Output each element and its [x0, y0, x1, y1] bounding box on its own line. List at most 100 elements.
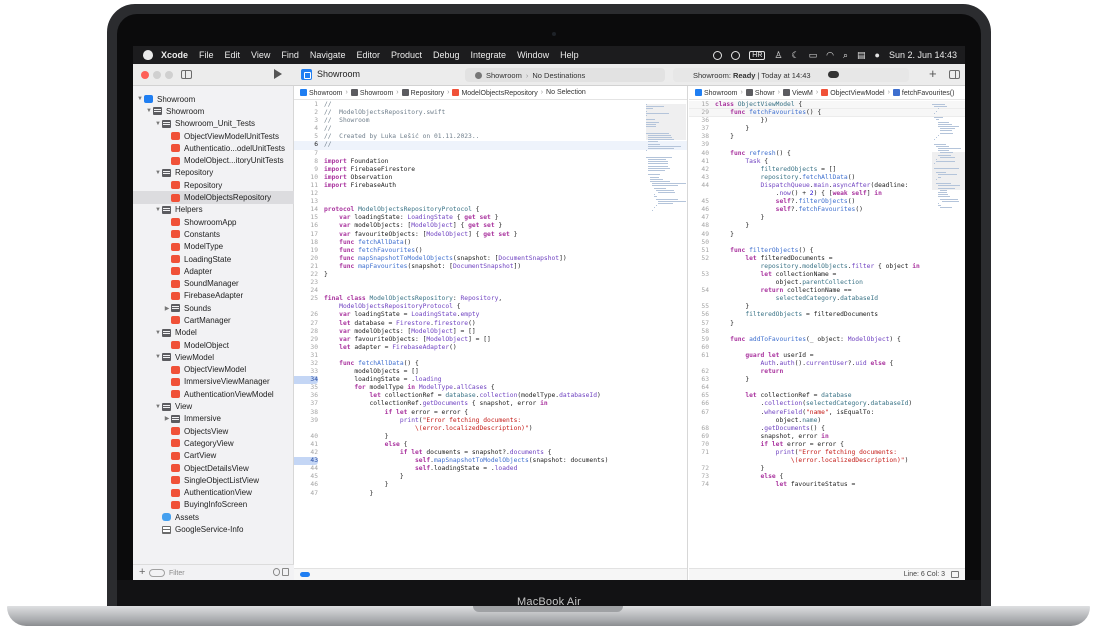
code-line[interactable]: 62 return — [689, 368, 965, 376]
line-number[interactable]: 59 — [689, 336, 709, 344]
line-number[interactable]: 25 — [294, 295, 318, 303]
filter-field[interactable]: Filter — [149, 568, 269, 578]
apple-menu-icon[interactable] — [143, 50, 153, 60]
navigator-file[interactable]: ObjectsView — [133, 425, 294, 437]
code-line[interactable]: .now() + 2) { [weak self] in — [689, 190, 965, 198]
code-line[interactable]: 60 — [689, 344, 965, 352]
line-number[interactable]: 8 — [294, 158, 318, 166]
line-number[interactable]: 73 — [689, 473, 709, 481]
breakpoint-marker[interactable]: 43 — [294, 457, 318, 466]
line-number[interactable]: 18 — [294, 239, 318, 247]
navigator-file[interactable]: ModelObjectsRepository — [133, 191, 294, 204]
line-number[interactable]: 68 — [689, 425, 709, 433]
navigator-file[interactable]: AuthenticationViewModel — [133, 388, 294, 400]
code-line[interactable]: 40 } — [294, 433, 687, 441]
menu-clock[interactable]: Sun 2. Jun 14:43 — [889, 50, 957, 60]
line-number[interactable]: 62 — [689, 368, 709, 376]
code-line[interactable]: 15 class ObjectViewModel { — [689, 101, 965, 110]
navigator-file[interactable]: FirebaseAdapter — [133, 290, 294, 302]
code-line[interactable]: 37 collectionRef.getDocuments { snapshot… — [294, 400, 687, 408]
code-line[interactable]: 71 print("Error fetching documents: — [689, 449, 965, 457]
code-line[interactable]: 59 func addToFavourites(_ object: ModelO… — [689, 336, 965, 344]
line-number[interactable]: 45 — [689, 198, 709, 206]
menu-editor[interactable]: Editor — [356, 50, 380, 60]
navigator-file[interactable]: Constants — [133, 228, 294, 240]
breakpoint-marker[interactable]: 34 — [294, 376, 318, 385]
chevron-down-icon[interactable]: ▼ — [154, 170, 162, 176]
code-line[interactable]: 22} — [294, 271, 687, 279]
siri-icon[interactable]: ● — [875, 50, 880, 60]
menu-find[interactable]: Find — [281, 50, 299, 60]
jump-bar-segment[interactable]: Showr — [745, 88, 775, 97]
chevron-right-icon[interactable]: ▶ — [163, 305, 171, 312]
code-line[interactable]: 8 import Foundation — [294, 158, 687, 166]
line-number[interactable]: 48 — [689, 222, 709, 230]
line-number[interactable]: 41 — [689, 158, 709, 166]
line-number[interactable]: 55 — [689, 303, 709, 311]
code-line[interactable]: 49 } — [689, 231, 965, 239]
code-line[interactable]: 20 func mapSnapshotToModelObjects(snapsh… — [294, 255, 687, 263]
code-line[interactable]: 29 func fetchFavourites() { — [689, 109, 965, 118]
code-line[interactable]: 57 } — [689, 320, 965, 328]
code-line[interactable]: 46 } — [294, 481, 687, 489]
code-line[interactable]: 10 import Observation — [294, 174, 687, 182]
navigator-folder[interactable]: ▶ Immersive — [133, 413, 294, 425]
line-number[interactable]: 69 — [689, 433, 709, 441]
code-line[interactable]: 40 func refresh() { — [689, 150, 965, 158]
line-number[interactable]: 15 — [689, 101, 709, 109]
code-line[interactable]: 67 .whereField("name", isEqualTo: — [689, 409, 965, 417]
menu-product[interactable]: Product — [391, 50, 422, 60]
navigator-file[interactable]: GoogleService-Info — [133, 523, 294, 535]
line-number[interactable]: 17 — [294, 231, 318, 239]
people-icon[interactable]: ♙ — [774, 50, 782, 61]
code-line[interactable]: ModelObjectsRepositoryProtocol { — [294, 303, 687, 311]
line-number[interactable]: 53 — [689, 271, 709, 279]
code-line[interactable]: Auth.auth().currentUser?.uid else { — [689, 360, 965, 368]
menu-file[interactable]: File — [199, 50, 214, 60]
line-number[interactable]: 24 — [294, 287, 318, 295]
line-number[interactable]: 4 — [294, 125, 318, 133]
line-number[interactable]: 13 — [294, 198, 318, 206]
line-number[interactable]: 29 — [689, 109, 709, 117]
code-line[interactable]: \(error.localizedDescription)") — [294, 425, 687, 433]
line-number[interactable]: 38 — [689, 133, 709, 141]
jump-bar-segment[interactable]: ViewM — [783, 88, 813, 97]
line-number[interactable]: 47 — [689, 214, 709, 222]
line-number[interactable]: 42 — [689, 166, 709, 174]
code-line[interactable]: 21 func mapFavourites(snapshot: [Documen… — [294, 263, 687, 271]
code-line[interactable]: 51 func filterObjects() { — [689, 247, 965, 255]
line-number[interactable]: 61 — [689, 352, 709, 360]
moon-icon[interactable]: ☾ — [791, 50, 799, 61]
close-window-button[interactable] — [141, 71, 149, 79]
line-number[interactable]: 63 — [689, 376, 709, 384]
code-line[interactable]: 37 } — [689, 125, 965, 133]
line-number[interactable]: 58 — [689, 328, 709, 336]
battery-icon[interactable]: ▭ — [809, 50, 818, 61]
code-line[interactable]: 7 — [294, 150, 687, 158]
line-number[interactable]: 39 — [689, 141, 709, 149]
code-line[interactable]: 15 var loadingState: LoadingState { get … — [294, 214, 687, 222]
code-line[interactable]: 73 else { — [689, 473, 965, 481]
line-number[interactable]: 37 — [689, 125, 709, 133]
line-number[interactable]: 28 — [294, 328, 318, 336]
navigator-file[interactable]: LoadingState — [133, 253, 294, 265]
line-number[interactable]: 42 — [294, 449, 318, 457]
line-number[interactable]: 71 — [689, 449, 709, 457]
line-number[interactable]: 15 — [294, 214, 318, 222]
jump-bar-segment[interactable]: Showroom — [695, 88, 737, 97]
project-title[interactable]: Showroom — [317, 69, 360, 79]
recent-files-icon[interactable] — [273, 568, 281, 576]
code-line[interactable]: 14 protocol ModelObjectsRepositoryProtoco… — [294, 206, 687, 214]
code-line[interactable]: 25 final class ModelObjectsRepository: Re… — [294, 295, 687, 303]
navigator-folder[interactable]: ▼ ViewModel — [133, 351, 294, 363]
zoom-window-button[interactable] — [165, 71, 173, 79]
navigator-folder[interactable]: ▶ Sounds — [133, 302, 294, 314]
code-line[interactable]: 18 func fetchAllData() — [294, 239, 687, 247]
line-number[interactable]: 1 — [294, 101, 318, 109]
navigator-file[interactable]: Repository — [133, 179, 294, 191]
code-line[interactable]: 38 } — [689, 133, 965, 141]
code-line[interactable]: 43 repository.fetchAllData() — [689, 174, 965, 182]
menu-help[interactable]: Help — [560, 50, 579, 60]
code-line[interactable]: 9 import FirebaseFirestore — [294, 166, 687, 174]
line-number[interactable]: 3 — [294, 117, 318, 125]
